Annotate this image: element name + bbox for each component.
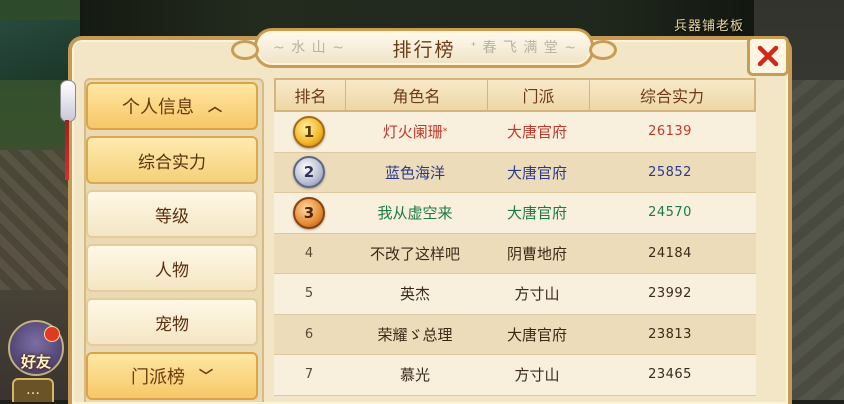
column-header-sect: 门派 (488, 80, 590, 110)
close-button[interactable] (747, 36, 789, 76)
name-mark: * (442, 126, 448, 137)
window-title-bar: ~ 水 山 ~ 排行榜 ᐩ 春 飞 满 堂 ~ (231, 28, 617, 68)
chat-icon: … (26, 382, 40, 398)
sidebar-item-label: 宠物 (155, 314, 189, 335)
category-sidebar: 个人信息 ︿ 综合实力 等级 人物 宠物 门派榜 ﹀ (84, 78, 264, 402)
sidebar-item-label: 人物 (155, 260, 189, 281)
bronze-medal-icon: 3 (293, 196, 325, 229)
power-value: 23813 (648, 326, 692, 342)
player-name: 英杰 (399, 285, 430, 304)
sect-name: 大唐官府 (506, 325, 567, 344)
player-name: 我从虚空来 (377, 204, 453, 223)
title-decoration-left: ~ 水 山 ~ (273, 40, 345, 56)
gold-medal-icon: 1 (293, 115, 325, 148)
friends-button[interactable]: 好友 (8, 320, 64, 376)
category-personal-info[interactable]: 个人信息 ︿ (86, 82, 258, 130)
sect-name: 大唐官府 (506, 204, 567, 223)
sidebar-item-pet[interactable]: 宠物 (86, 298, 258, 346)
sect-name: 方寸山 (514, 285, 560, 304)
close-icon (757, 45, 779, 67)
table-row[interactable]: 3 我从虚空来 大唐官府 24570 (274, 193, 756, 234)
table-row[interactable]: 1 灯火阑珊 * 大唐官府 26139 (274, 112, 756, 153)
sidebar-item-overall-power[interactable]: 综合实力 (86, 136, 258, 184)
sidebar-item-label: 综合实力 (138, 152, 206, 173)
power-value: 26139 (648, 124, 692, 140)
power-value: 23465 (648, 367, 692, 383)
tassel-ornament (58, 70, 76, 180)
window-title: 排行榜 (392, 38, 456, 61)
chevron-down-icon: ﹀ (199, 369, 213, 385)
rank-number: 4 (304, 245, 314, 261)
category-personal-info-label: 个人信息 (122, 97, 194, 118)
sect-name: 大唐官府 (506, 163, 567, 182)
chevron-up-icon: ︿ (208, 99, 222, 115)
column-header-power: 综合实力 (639, 87, 704, 106)
rank-number: 7 (304, 367, 314, 383)
rank-number: 5 (304, 286, 314, 302)
shop-sign-text: 兵器铺老板 (673, 19, 744, 34)
table-row[interactable]: 2 蓝色海洋 大唐官府 25852 (274, 152, 756, 193)
chat-button[interactable]: … (12, 378, 54, 402)
table-header: 排名 角色名 门派 综合实力 (274, 78, 756, 112)
table-row[interactable]: 4 不改了这样吧 阴曹地府 24184 (274, 233, 756, 274)
player-name: 荣耀ゞ总理 (377, 325, 453, 344)
player-name: 蓝色海洋 (384, 163, 445, 182)
sect-name: 阴曹地府 (506, 244, 567, 263)
friends-label: 好友 (20, 353, 51, 371)
table-row[interactable]: 5 英杰 方寸山 23992 (274, 274, 756, 315)
player-name: 灯火阑珊 * (382, 123, 448, 142)
ranking-table: 排名 角色名 门派 综合实力 1 灯火阑珊 * 大唐官府 26139 2 蓝色海洋… (274, 78, 756, 400)
notification-dot (44, 326, 60, 342)
sidebar-item-level[interactable]: 等级 (86, 190, 258, 238)
rank-number: 6 (304, 326, 314, 342)
sect-name: 方寸山 (514, 366, 560, 385)
power-value: 25852 (648, 164, 692, 180)
category-sect-ranking[interactable]: 门派榜 ﹀ (86, 352, 258, 400)
power-value: 24570 (648, 205, 692, 221)
sect-name: 大唐官府 (506, 123, 567, 142)
column-header-name: 角色名 (346, 80, 488, 110)
sidebar-item-character[interactable]: 人物 (86, 244, 258, 292)
red-string-ornament (65, 120, 69, 180)
jade-orb-ornament (60, 80, 76, 122)
player-name: 不改了这样吧 (369, 244, 460, 263)
table-row[interactable]: 6 荣耀ゞ总理 大唐官府 23813 (274, 314, 756, 355)
player-name: 慕光 (399, 366, 430, 385)
power-value: 24184 (648, 245, 692, 261)
table-row[interactable]: 7 慕光 方寸山 23465 (274, 355, 756, 396)
column-header-rank: 排名 (276, 80, 346, 110)
sidebar-item-label: 等级 (155, 206, 189, 227)
silver-medal-icon: 2 (293, 156, 325, 189)
title-decoration-right: ᐩ 春 飞 满 堂 ~ (470, 40, 577, 56)
category-sect-ranking-label: 门派榜 (131, 367, 185, 388)
power-value: 23992 (648, 286, 692, 302)
